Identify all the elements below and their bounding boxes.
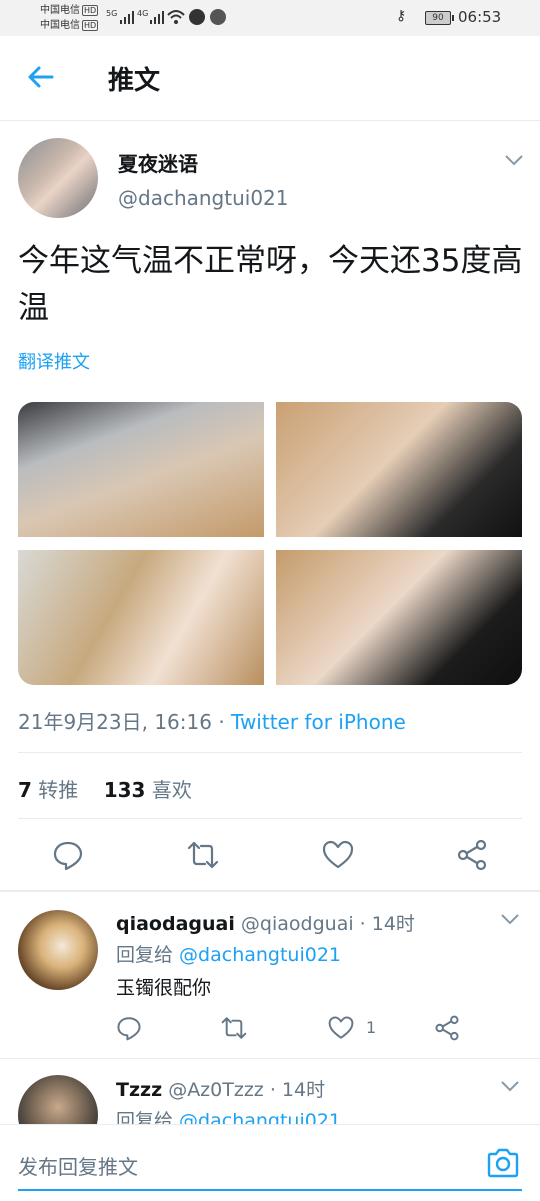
app-notification-icon: [189, 9, 205, 25]
reply-author-handle[interactable]: @Az0Tzzz: [168, 1079, 264, 1101]
hd-badge-2: HD: [82, 19, 99, 31]
tweet-source-link[interactable]: Twitter for iPhone: [231, 710, 406, 734]
signal-1-icon: [120, 10, 134, 24]
reply-icon[interactable]: [116, 1015, 142, 1041]
reply-icon[interactable]: [52, 839, 84, 871]
composer-underline: [18, 1189, 522, 1191]
status-bar: 中国电信 HD 中国电信 HD 5G 4G ⚷ 90 06:53: [0, 0, 540, 36]
clock: 06:53: [458, 8, 502, 26]
share-icon[interactable]: [456, 839, 488, 871]
tweet-text: 今年这气温不正常呀，今天还35度高温: [18, 243, 523, 326]
reply-like-count: 1: [366, 1018, 377, 1037]
tweet-photo-4[interactable]: [276, 550, 522, 685]
top-app-bar: 推文: [0, 36, 540, 121]
carrier-2: 中国电信: [40, 20, 80, 31]
network-type-2: 4G: [137, 9, 149, 18]
reply-author-handle[interactable]: @qiaodguai: [241, 913, 354, 935]
network-type-1: 5G: [106, 9, 118, 18]
reply-replying-to: 回复给 @dachangtui021: [116, 940, 341, 967]
retweet-count-label[interactable]: 转推: [38, 778, 78, 802]
chevron-down-icon[interactable]: [500, 1080, 520, 1092]
author-avatar[interactable]: [18, 138, 98, 218]
reply-author-line: Tzzz @Az0Tzzz · 14时: [116, 1075, 325, 1102]
page-title: 推文: [108, 66, 161, 96]
key-icon: ⚷: [396, 8, 407, 24]
replying-label: 回复给: [116, 944, 180, 966]
like-count[interactable]: 133: [104, 778, 146, 802]
like-icon[interactable]: [322, 839, 354, 871]
tweet-photo-3[interactable]: [18, 550, 264, 685]
section-divider: [0, 1058, 540, 1059]
like-icon[interactable]: [328, 1015, 354, 1041]
carrier-labels: 中国电信 HD 中国电信 HD: [40, 3, 99, 33]
signal-2-icon: [150, 10, 164, 24]
tweet-meta: 21年9月23日, 16:16 · Twitter for iPhone: [18, 706, 406, 735]
tweet-photo-1[interactable]: [18, 402, 264, 537]
share-icon[interactable]: [434, 1015, 460, 1041]
tweet-media-grid: [18, 402, 522, 685]
divider: [18, 818, 522, 819]
retweet-icon[interactable]: [187, 839, 219, 871]
reply-author-name[interactable]: qiaodaguai: [116, 913, 235, 935]
wechat-icon: [210, 9, 226, 25]
wifi-icon: [167, 10, 185, 24]
reply-time: · 14时: [269, 1079, 326, 1101]
reply-author-line: qiaodaguai @qiaodguai · 14时: [116, 909, 415, 936]
reply-composer-placeholder[interactable]: 发布回复推文: [18, 1151, 138, 1180]
tweet-photo-2[interactable]: [276, 402, 522, 537]
tweet-timestamp: 21年9月23日, 16:16 ·: [18, 710, 232, 734]
engagement-counts: 7 转推 133 喜欢: [18, 774, 192, 803]
replying-to-link[interactable]: @dachangtui021: [179, 944, 341, 966]
retweet-count[interactable]: 7: [18, 778, 32, 802]
hd-badge-1: HD: [82, 4, 99, 16]
carrier-1: 中国电信: [40, 5, 80, 16]
translate-tweet-link[interactable]: 翻译推文: [18, 348, 90, 374]
camera-icon[interactable]: [486, 1147, 520, 1179]
author-handle[interactable]: @dachangtui021: [118, 186, 289, 210]
reply-text: 玉镯很配你: [116, 977, 212, 999]
back-arrow-icon[interactable]: [26, 62, 56, 92]
reply-composer[interactable]: 发布回复推文: [0, 1124, 540, 1201]
divider: [18, 752, 522, 753]
chevron-down-icon[interactable]: [500, 913, 520, 925]
reply-author-name[interactable]: Tzzz: [116, 1079, 162, 1101]
like-count-label[interactable]: 喜欢: [152, 778, 192, 802]
battery-indicator: 90: [425, 11, 454, 25]
reply-time: · 14时: [359, 913, 415, 935]
chevron-down-icon[interactable]: [504, 154, 524, 166]
reply-avatar[interactable]: [18, 910, 98, 990]
author-name[interactable]: 夏夜迷语: [118, 148, 198, 177]
retweet-icon[interactable]: [221, 1015, 247, 1041]
section-divider: [0, 890, 540, 892]
